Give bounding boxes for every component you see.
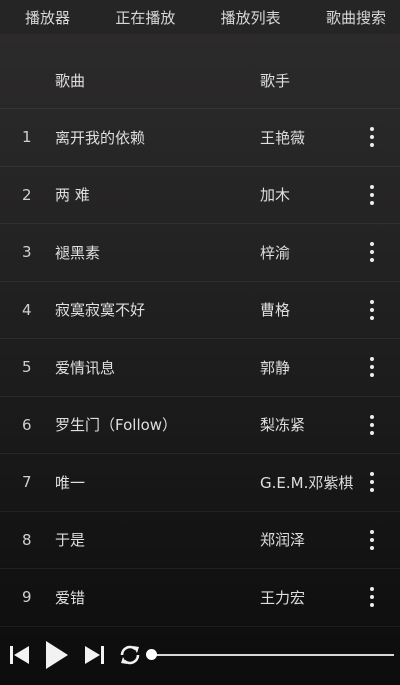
song-list: 歌曲 歌手 1 离开我的依赖 王艳薇 2 两 难 加木 3 褪黑素 梓渝 4 寂… <box>0 52 400 627</box>
song-row[interactable]: 3 褪黑素 梓渝 <box>0 224 400 282</box>
song-row[interactable]: 4 寂寞寂寞不好 曹格 <box>0 282 400 339</box>
more-vertical-icon <box>370 587 374 608</box>
player-control-bar <box>0 625 400 685</box>
top-tab-bar: 播放器 正在播放 播放列表 歌曲搜索 <box>0 0 400 34</box>
song-title: 褪黑素 <box>55 243 101 262</box>
skip-previous-icon <box>10 646 29 664</box>
tab-song-search[interactable]: 歌曲搜索 <box>326 7 386 28</box>
skip-next-icon <box>85 646 104 664</box>
song-artist: 梓渝 <box>260 243 291 262</box>
song-title: 寂寞寂寞不好 <box>55 301 146 320</box>
song-title: 两 难 <box>55 186 90 205</box>
song-more-button[interactable] <box>362 584 382 610</box>
song-index: 6 <box>22 415 32 434</box>
play-button[interactable] <box>44 639 70 671</box>
song-index: 9 <box>22 588 32 607</box>
play-icon <box>46 641 68 669</box>
progress-knob[interactable] <box>146 649 157 660</box>
song-artist: G.E.M.邓紫棋 <box>260 473 354 492</box>
song-row[interactable]: 7 唯一 G.E.M.邓紫棋 <box>0 454 400 512</box>
song-index: 4 <box>22 300 32 319</box>
song-row[interactable]: 6 罗生门（Follow） 梨冻紧 <box>0 397 400 454</box>
tab-player[interactable]: 播放器 <box>25 7 70 28</box>
song-title: 离开我的依赖 <box>55 128 146 147</box>
song-artist: 王艳薇 <box>260 128 306 147</box>
song-artist: 王力宏 <box>260 588 306 607</box>
song-title: 于是 <box>55 531 86 550</box>
next-button[interactable] <box>81 639 107 671</box>
song-index: 5 <box>22 358 32 377</box>
song-index: 2 <box>22 185 32 204</box>
repeat-button[interactable] <box>116 639 144 671</box>
song-title: 罗生门（Follow） <box>55 416 178 435</box>
progress-track[interactable] <box>151 654 394 656</box>
more-vertical-icon <box>370 472 374 493</box>
more-vertical-icon <box>370 127 374 148</box>
song-more-button[interactable] <box>362 354 382 380</box>
song-row[interactable]: 2 两 难 加木 <box>0 167 400 224</box>
song-artist: 郑润泽 <box>260 531 306 550</box>
song-index: 7 <box>22 473 32 492</box>
song-more-button[interactable] <box>362 527 382 553</box>
more-vertical-icon <box>370 242 374 263</box>
song-more-button[interactable] <box>362 469 382 495</box>
tab-playlist[interactable]: 播放列表 <box>221 7 281 28</box>
song-artist: 曹格 <box>260 301 291 320</box>
tab-now-playing[interactable]: 正在播放 <box>115 7 175 28</box>
song-artist: 加木 <box>260 186 291 205</box>
song-index: 1 <box>22 128 32 147</box>
song-more-button[interactable] <box>362 297 382 323</box>
repeat-icon <box>120 645 140 665</box>
song-more-button[interactable] <box>362 239 382 265</box>
song-row[interactable]: 5 爱情讯息 郭静 <box>0 339 400 397</box>
song-row[interactable]: 9 爱错 王力宏 <box>0 569 400 627</box>
song-title: 唯一 <box>55 473 86 492</box>
song-title: 爱错 <box>55 588 86 607</box>
column-header-song: 歌曲 <box>55 71 86 90</box>
more-vertical-icon <box>370 414 374 435</box>
song-more-button[interactable] <box>362 124 382 150</box>
song-index: 8 <box>22 530 32 549</box>
song-more-button[interactable] <box>362 182 382 208</box>
more-vertical-icon <box>370 184 374 205</box>
more-vertical-icon <box>370 529 374 550</box>
song-row[interactable]: 8 于是 郑润泽 <box>0 512 400 569</box>
previous-button[interactable] <box>7 639 33 671</box>
music-player-app: 播放器 正在播放 播放列表 歌曲搜索 歌曲 歌手 1 离开我的依赖 王艳薇 2 … <box>0 0 400 685</box>
song-index: 3 <box>22 243 32 262</box>
song-artist: 郭静 <box>260 358 291 377</box>
more-vertical-icon <box>370 299 374 320</box>
song-title: 爱情讯息 <box>55 358 116 377</box>
column-header-artist: 歌手 <box>260 71 291 90</box>
song-more-button[interactable] <box>362 412 382 438</box>
song-artist: 梨冻紧 <box>260 416 306 435</box>
song-row[interactable]: 1 离开我的依赖 王艳薇 <box>0 109 400 167</box>
more-vertical-icon <box>370 357 374 378</box>
song-list-header: 歌曲 歌手 <box>0 52 400 109</box>
